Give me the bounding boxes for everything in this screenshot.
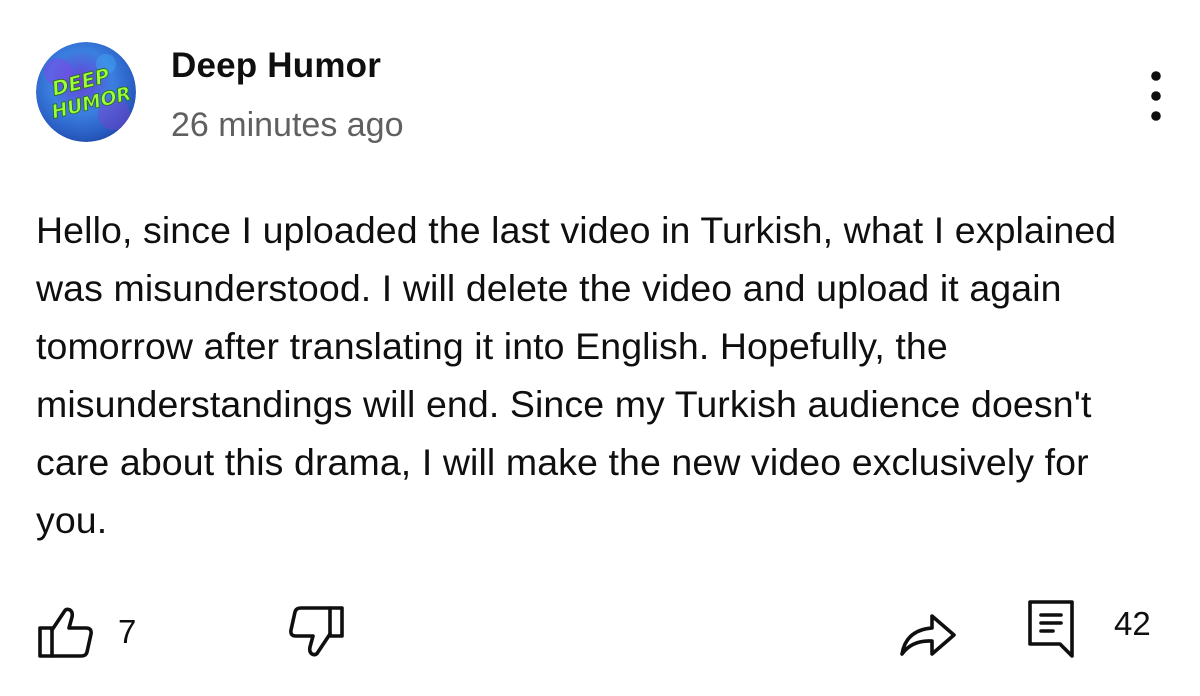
deep-humor-logo-icon: DEEP HUMOR (36, 42, 136, 142)
comment-icon (1028, 600, 1074, 658)
post-body-text: Hello, since I uploaded the last video i… (36, 209, 1117, 541)
dislike-button[interactable] (286, 604, 346, 660)
like-count: 7 (118, 613, 137, 650)
thumbs-down-icon (289, 606, 344, 657)
comments-button[interactable]: 42 (1026, 598, 1151, 660)
thumbs-up-icon (38, 607, 93, 658)
more-vertical-icon (1151, 71, 1161, 121)
share-icon (900, 614, 956, 656)
channel-name[interactable]: Deep Humor (171, 44, 381, 88)
like-button[interactable]: 7 (36, 604, 136, 660)
more-options-button[interactable] (1136, 68, 1176, 124)
post-timestamp: 26 minutes ago (171, 106, 404, 144)
comment-count: 42 (1114, 605, 1151, 642)
share-button[interactable] (896, 608, 960, 660)
channel-avatar[interactable]: DEEP HUMOR (36, 42, 136, 142)
